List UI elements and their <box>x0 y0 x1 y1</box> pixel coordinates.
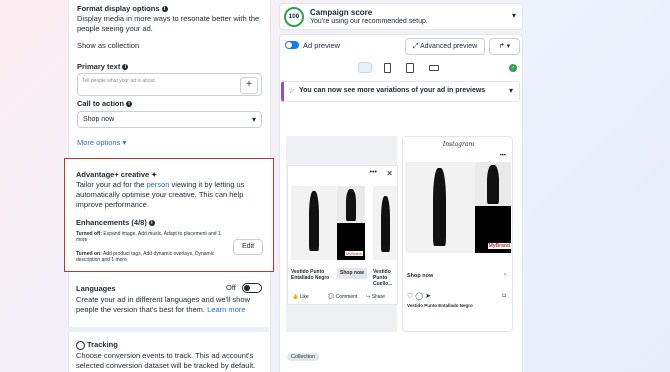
languages-toggle[interactable] <box>242 283 262 293</box>
chevron-down-icon: ▾ <box>251 115 256 124</box>
product-image: MyBrand <box>337 223 365 260</box>
variations-banner[interactable]: ☆ You can now see more variations of you… <box>281 81 520 102</box>
mobile-preview-icon[interactable] <box>384 63 391 73</box>
ig-action-icons: ♡◯➤ <box>407 293 433 300</box>
format-desc: Display media in more ways to resonate b… <box>77 14 260 33</box>
preview-toggle[interactable] <box>285 41 299 49</box>
primary-text-placeholder: Tell people what your ad is about <box>82 78 155 84</box>
advanced-preview-button[interactable]: ⤢ Advanced preview <box>405 38 485 55</box>
enhancements-title: Enhancements (4/8) i <box>76 218 155 228</box>
turned-on-text: Turned on: Add product tags, Add dynamic… <box>76 251 215 263</box>
tablet-preview-icon[interactable] <box>406 63 414 73</box>
tracking-desc: Choose conversion events to track. This … <box>76 351 256 370</box>
product-title: Vestido Punto Entallado Negro <box>407 303 473 308</box>
cta-label: Call to action i <box>77 99 133 109</box>
sparkle-icon: ☆ <box>288 86 296 95</box>
languages-title: Languages <box>76 284 116 293</box>
sparkle-icon: ✦ <box>151 172 158 179</box>
turned-off-text: Turned off: Expand image, Add music, Ada… <box>76 231 221 243</box>
instagram-feed-preview: Instagram ••• MyBrand Shop now › ♡◯➤ ⌑ V… <box>402 136 513 332</box>
brand-tag: MyBrand <box>344 251 363 256</box>
more-icon: ••• <box>499 153 506 159</box>
product-image <box>405 162 475 253</box>
learn-more-link[interactable]: Learn more <box>207 305 245 314</box>
languages-toggle-label: Off <box>226 283 236 292</box>
background-area <box>524 0 670 372</box>
score-gauge: 100 <box>284 7 304 27</box>
product-title: Vestido Punto Cuello... <box>373 269 393 287</box>
banner-preview-icon[interactable] <box>429 65 439 71</box>
variations-banner-text: You can now see more variations of your … <box>299 87 486 94</box>
shop-now-button: Shop now <box>337 268 367 279</box>
close-icon: ✕ <box>386 169 393 178</box>
person-link[interactable]: person <box>146 180 169 189</box>
chevron-down-icon[interactable]: ▾ <box>509 86 513 95</box>
ad-preview-label: Ad preview <box>303 41 341 50</box>
format-select[interactable]: Show as collection <box>77 41 139 51</box>
section-divider <box>68 327 269 332</box>
info-icon[interactable]: i <box>148 220 155 227</box>
product-image: MyBrand <box>475 206 511 253</box>
bookmark-icon: ⌑ <box>502 293 506 300</box>
brand-tag: MyBrand <box>487 243 511 249</box>
info-icon[interactable]: i <box>126 101 133 108</box>
campaign-score-card[interactable]: 100 Campaign score You're using our reco… <box>279 3 523 30</box>
edit-enhancements-button[interactable]: Edit <box>233 239 263 255</box>
comment-action: 💬 Comment <box>328 294 358 300</box>
collection-tag: Collection <box>287 353 320 361</box>
cta-select[interactable]: Shop now ▾ <box>77 111 262 128</box>
shop-now-link: Shop now <box>407 273 434 279</box>
format-title: Format display options i <box>77 4 168 14</box>
share-icon: ↱ <box>498 43 505 50</box>
toggle-knob <box>244 285 250 291</box>
chevron-down-icon[interactable]: ▾ <box>512 11 516 20</box>
facebook-feed-preview: ••• ✕ MyBrand Vestido Punto Entallado Ne… <box>287 165 398 305</box>
product-title: Vestido Punto Entallado Negro <box>291 269 330 281</box>
like-action: 👍 Like <box>292 294 309 300</box>
instagram-logo: Instagram <box>442 141 475 148</box>
desktop-preview-icon[interactable] <box>358 62 372 73</box>
add-text-button[interactable]: + <box>240 77 258 94</box>
info-icon[interactable]: i <box>122 64 129 71</box>
expand-icon: ⤢ <box>412 43 419 50</box>
primary-text-label: Primary text i <box>77 62 129 72</box>
chevron-down-icon: ▾ <box>122 138 127 147</box>
chevron-right-icon: › <box>504 272 506 278</box>
cta-value: Shop now <box>83 116 115 123</box>
product-image <box>337 186 365 223</box>
campaign-score-title: Campaign score <box>310 8 373 17</box>
more-icon: ••• <box>369 169 377 176</box>
ad-preview-header: Ad preview ⤢ Advanced preview ↱ ▾ ✓ <box>279 34 523 80</box>
product-image <box>475 162 511 206</box>
more-options-link[interactable]: More options ▾ <box>77 138 126 148</box>
share-preview-button[interactable]: ↱ ▾ <box>489 38 520 55</box>
share-action: ↪ Share <box>366 294 385 300</box>
product-image <box>291 186 337 260</box>
product-image <box>373 186 397 260</box>
check-icon: ✓ <box>509 64 517 72</box>
primary-text-input[interactable]: Tell people what your ad is about + <box>77 73 262 96</box>
advantage-desc: Tailor your ad for the person viewing it… <box>76 180 245 209</box>
languages-desc: Create your ad in different languages an… <box>76 295 250 314</box>
tracking-icon <box>76 340 85 350</box>
campaign-score-subtitle: You're using our recommended setup. <box>310 18 428 25</box>
info-icon[interactable]: i <box>161 6 168 13</box>
tracking-title: Tracking <box>76 340 118 350</box>
